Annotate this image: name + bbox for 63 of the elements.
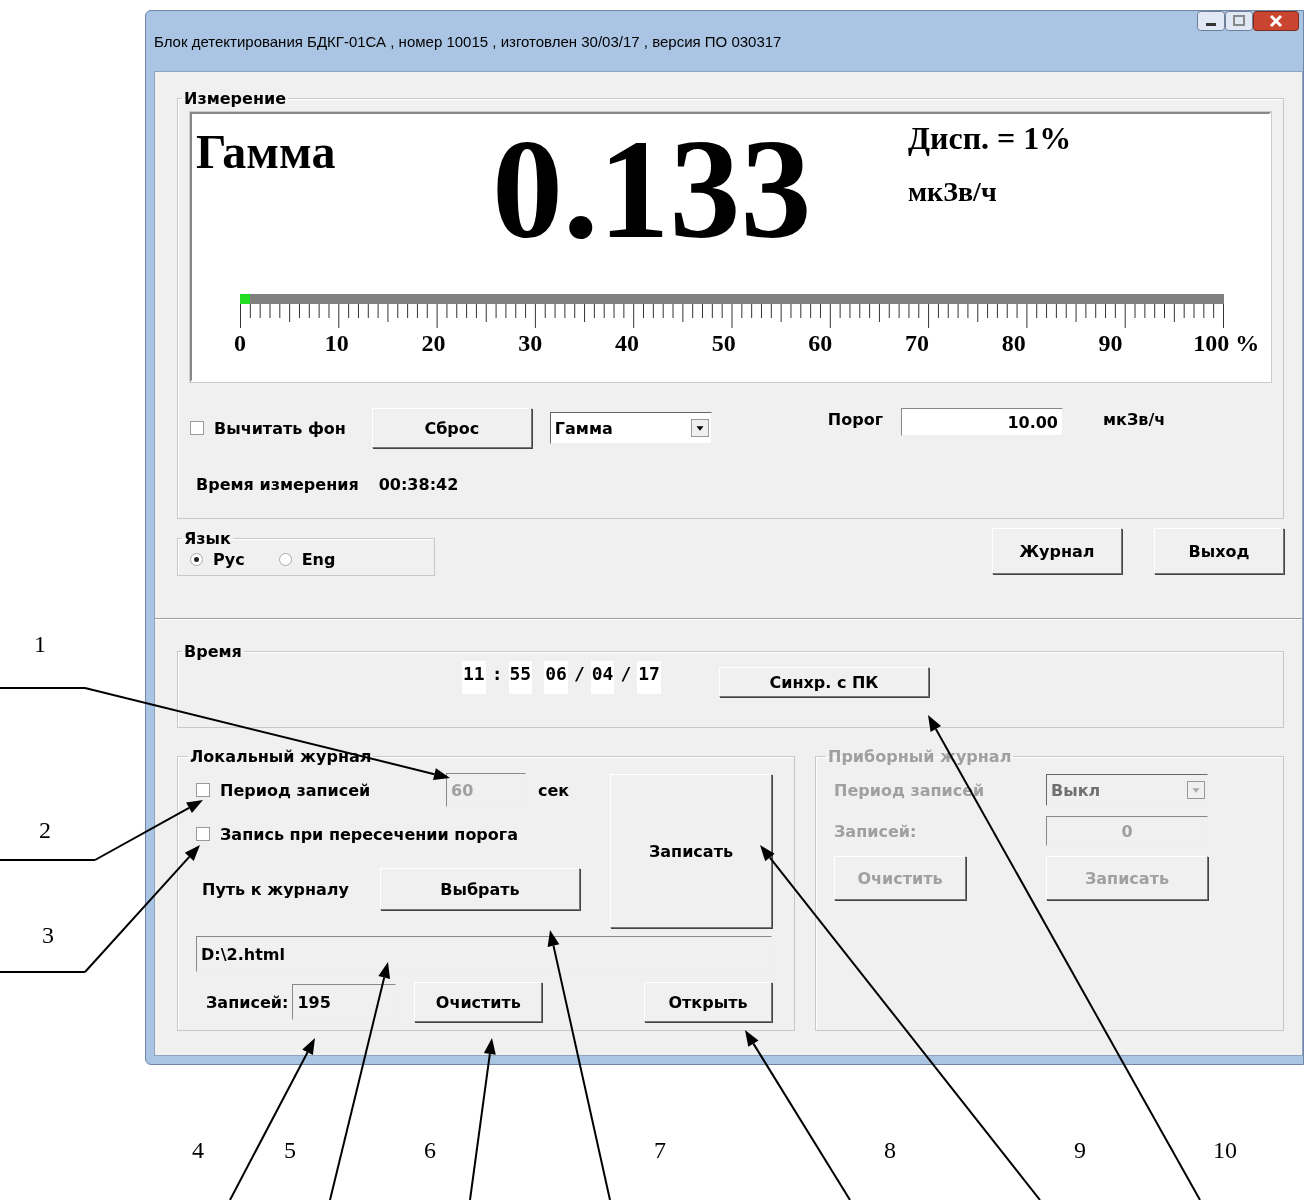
path-field[interactable]: D:\2.html [196, 936, 772, 972]
time-field[interactable]: 06 [544, 661, 568, 694]
callout-number: 2 [39, 817, 51, 843]
callout-number: 5 [284, 1137, 296, 1163]
time-field[interactable]: 11 [462, 661, 486, 694]
checkbox-label: Вычитать фон [214, 418, 346, 438]
scale-label: 20 [421, 330, 446, 357]
unit-label: сек [538, 780, 570, 800]
group-title: Измерение [183, 89, 288, 108]
clear-button[interactable]: Очистить [414, 982, 543, 1022]
scale-label: 30 [518, 330, 543, 357]
write-button[interactable]: Записать [610, 774, 772, 928]
scale-label: 10 [324, 330, 349, 357]
group-title: Язык [183, 529, 232, 548]
unit-text: мкЗв/ч [908, 176, 997, 208]
dialog-button[interactable]: Журнал [992, 528, 1122, 574]
time-separator: : [491, 662, 503, 686]
callout-number: 7 [654, 1137, 666, 1163]
dose-rate-value: 0.133 [492, 109, 812, 270]
mode-dropdown[interactable]: Гамма [549, 412, 712, 444]
group-title: Локальный журнал [189, 747, 373, 766]
callout-number: 3 [42, 922, 54, 948]
dialog-button[interactable]: Выход [1154, 528, 1284, 574]
measurement-time-label: Время измерения [196, 475, 359, 494]
time-separator: / [620, 662, 632, 686]
scale-label: 90 [1098, 330, 1123, 357]
scale-label: 100 % [1193, 330, 1260, 357]
callout-number: 6 [424, 1137, 436, 1163]
window-title: Блок детектирования БДКГ-01СА , номер 10015 , изготовлен 30/03/17 , версия ПО 030317 [154, 32, 782, 50]
dispersion-text: Дисп. = 1% [908, 120, 1072, 157]
scale-label: 0 [234, 330, 246, 357]
scale-label: 70 [905, 330, 930, 357]
scale-label: 60 [808, 330, 833, 357]
threshold-field[interactable]: 10.00 [901, 408, 1063, 436]
scale-label: 40 [614, 330, 639, 357]
records-label: Записей: [205, 992, 289, 1012]
open-button[interactable]: Открыть [644, 982, 772, 1022]
records-field[interactable]: 195 [292, 984, 397, 1020]
callout-number: 8 [884, 1137, 896, 1163]
time-separator: / [573, 662, 585, 686]
time-field[interactable]: 55 [508, 661, 533, 694]
path-label: Путь к журналу [201, 879, 350, 899]
callout-number: 9 [1074, 1137, 1086, 1163]
reset-button[interactable]: Сброс [371, 408, 532, 448]
group-title: Время [183, 642, 243, 661]
checkbox-label: Период записей [220, 780, 372, 800]
time-field[interactable]: 04 [590, 661, 615, 694]
callout-number: 10 [1213, 1137, 1237, 1163]
unit-label: мкЗв/ч [1103, 410, 1166, 429]
records-label: Записей: [834, 821, 918, 841]
measurement-time-value: 00:38:42 [378, 475, 459, 494]
mode-text: Гамма [196, 124, 336, 179]
radio-label: Рус [213, 550, 245, 569]
scale-label: 80 [1001, 330, 1026, 357]
callout-number: 1 [34, 631, 46, 657]
scale-label: 50 [711, 330, 736, 357]
callout-number: 4 [192, 1137, 204, 1163]
time-field[interactable]: 17 [637, 661, 661, 694]
choose-button[interactable]: Выбрать [380, 868, 580, 910]
radio-label: Eng [301, 550, 336, 569]
checkbox-label: Запись при пересечении порога [220, 824, 518, 844]
threshold-label: Порог [827, 410, 883, 429]
sync-button[interactable]: Синхр. с ПК [718, 667, 929, 697]
